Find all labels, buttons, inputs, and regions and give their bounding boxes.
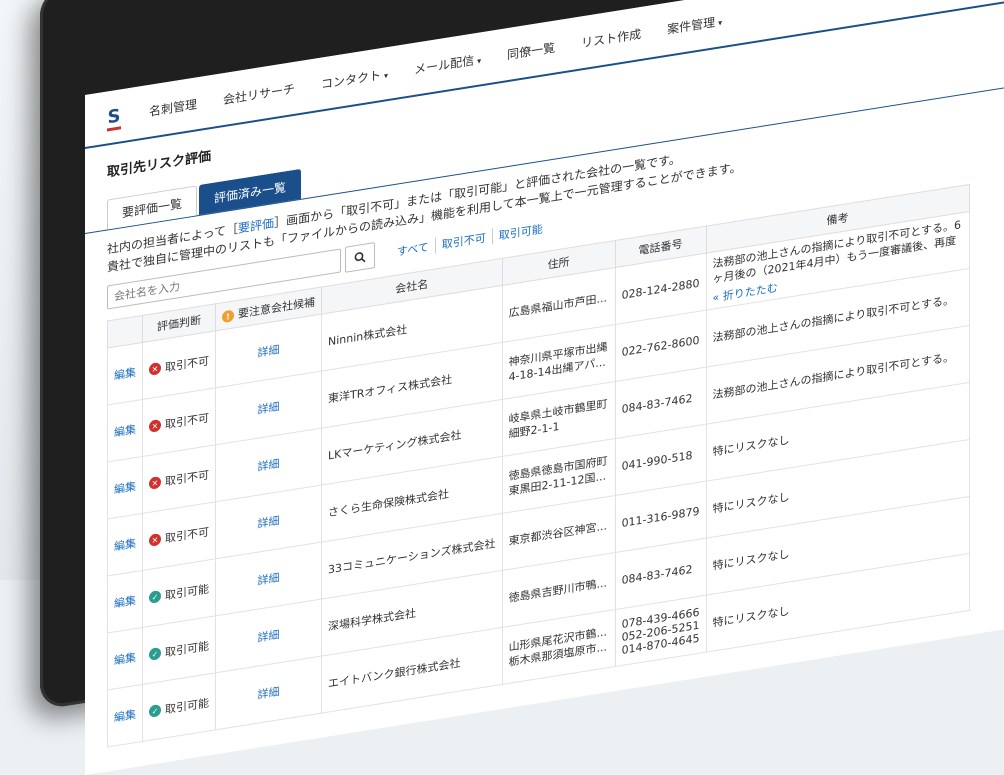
search-button[interactable] [345, 242, 375, 273]
nav-item-company-research[interactable]: 会社リサーチ [223, 79, 295, 107]
edit-link[interactable]: 編集 [107, 342, 143, 405]
filter-all[interactable]: すべて [391, 237, 436, 261]
warning-icon: ! [222, 309, 234, 324]
app-logo[interactable]: S [105, 104, 123, 129]
search-icon [354, 252, 366, 263]
close-icon: ✕ [149, 418, 161, 433]
app-screen: S 名刺管理 会社リサーチ コンタクト ▾ メール配信 ▾ 同僚一覧 リスト作成 案… [85, 0, 1004, 775]
filter-ok[interactable]: 取引可能 [493, 220, 549, 245]
chevron-down-icon: ▾ [718, 17, 723, 28]
table-body: 編集 ✕ 取引不可 詳細 Ninnin株式会社 広島県福山市芦田... 028-1… [107, 211, 969, 747]
chevron-down-icon: ▾ [477, 55, 482, 66]
nav-item-colleagues[interactable]: 同僚一覧 [507, 38, 555, 63]
edit-link[interactable]: 編集 [107, 684, 143, 747]
check-icon: ✓ [149, 646, 161, 661]
edit-link[interactable]: 編集 [107, 399, 143, 462]
edit-link[interactable]: 編集 [107, 513, 143, 576]
edit-link[interactable]: 編集 [107, 456, 143, 519]
nav-item-contact[interactable]: コンタクト ▾ [321, 64, 388, 92]
nav-item-mail[interactable]: メール配信 ▾ [414, 50, 481, 78]
close-icon: ✕ [149, 475, 161, 490]
check-icon: ✓ [149, 703, 161, 718]
status-cell: ✓ 取引可能 [142, 672, 216, 742]
nav-item-cards[interactable]: 名刺管理 [149, 95, 197, 120]
pending-link[interactable]: 要評価 [238, 216, 274, 236]
close-icon: ✕ [149, 361, 161, 376]
edit-link[interactable]: 編集 [107, 627, 143, 690]
nav-item-list-create[interactable]: リスト作成 [581, 24, 641, 51]
close-icon: ✕ [149, 532, 161, 547]
chevron-down-icon: ▾ [384, 70, 389, 81]
nav-item-deals[interactable]: 案件管理 ▾ [667, 12, 722, 38]
check-icon: ✓ [149, 589, 161, 604]
filter-ng[interactable]: 取引不可 [435, 228, 493, 254]
